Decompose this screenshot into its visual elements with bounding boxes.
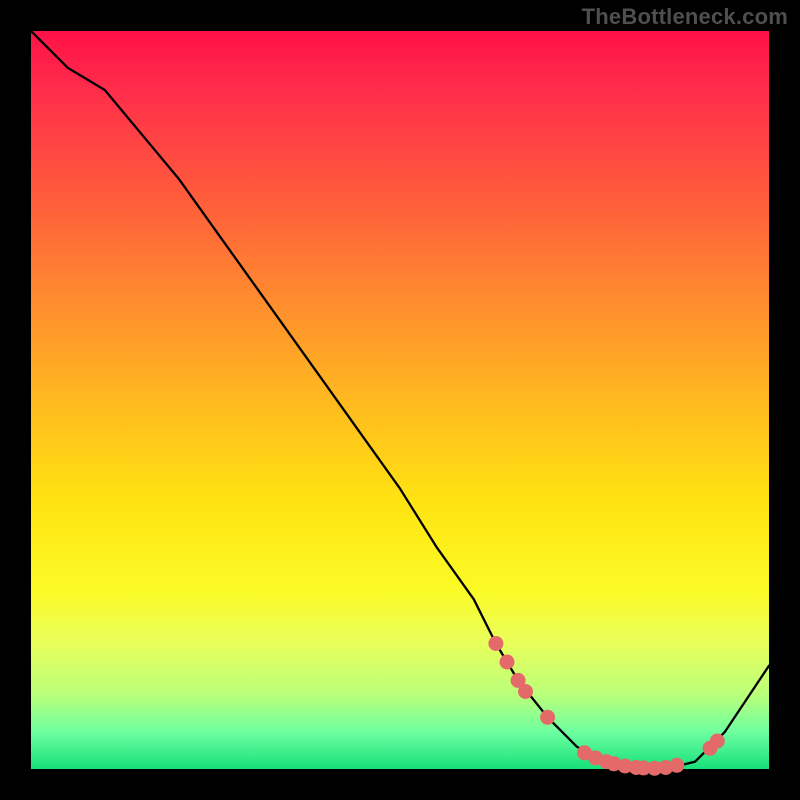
curve-svg xyxy=(31,31,769,769)
plot-area xyxy=(31,31,769,769)
data-marker xyxy=(500,655,515,670)
data-marker xyxy=(488,636,503,651)
watermark-text: TheBottleneck.com xyxy=(582,4,788,30)
data-marker xyxy=(669,758,684,773)
data-marker xyxy=(518,684,533,699)
marker-group xyxy=(488,636,724,776)
data-marker xyxy=(710,734,725,749)
data-marker xyxy=(540,710,555,725)
bottleneck-curve xyxy=(31,31,769,769)
chart-stage: TheBottleneck.com xyxy=(0,0,800,800)
